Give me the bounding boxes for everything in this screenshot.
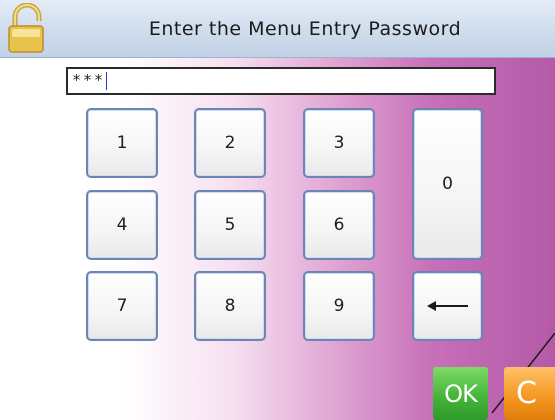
key-8[interactable]: 8 xyxy=(194,271,266,341)
key-2[interactable]: 2 xyxy=(194,108,266,178)
key-label: 5 xyxy=(224,215,236,235)
key-7[interactable]: 7 xyxy=(86,271,158,341)
key-label: 1 xyxy=(116,133,128,153)
key-label: 7 xyxy=(116,296,128,316)
password-screen: Enter the Menu Entry Password *** 1 2 3 … xyxy=(0,0,555,420)
key-label: 9 xyxy=(333,296,345,316)
key-label: 2 xyxy=(224,133,236,153)
key-label: 6 xyxy=(333,215,345,235)
lock-icon xyxy=(8,3,44,53)
page-title: Enter the Menu Entry Password xyxy=(148,18,462,40)
clear-button[interactable]: C xyxy=(504,367,555,420)
text-caret xyxy=(106,71,108,90)
key-1[interactable]: 1 xyxy=(86,108,158,178)
ok-button[interactable]: OK xyxy=(433,367,488,420)
password-value: *** xyxy=(72,71,106,89)
key-0[interactable]: 0 xyxy=(412,108,483,260)
key-label: 8 xyxy=(224,296,236,316)
title-bar: Enter the Menu Entry Password xyxy=(0,0,555,58)
key-3[interactable]: 3 xyxy=(303,108,375,178)
key-6[interactable]: 6 xyxy=(303,190,375,260)
arrow-left-icon xyxy=(426,301,468,311)
key-label: 4 xyxy=(116,215,128,235)
clear-label: C xyxy=(516,376,537,411)
key-label: 3 xyxy=(333,133,345,153)
password-input[interactable]: *** xyxy=(66,67,496,95)
key-4[interactable]: 4 xyxy=(86,190,158,260)
key-5[interactable]: 5 xyxy=(194,190,266,260)
key-label: 0 xyxy=(442,174,453,194)
key-9[interactable]: 9 xyxy=(303,271,375,341)
backspace-button[interactable] xyxy=(412,271,483,341)
ok-label: OK xyxy=(444,379,478,408)
